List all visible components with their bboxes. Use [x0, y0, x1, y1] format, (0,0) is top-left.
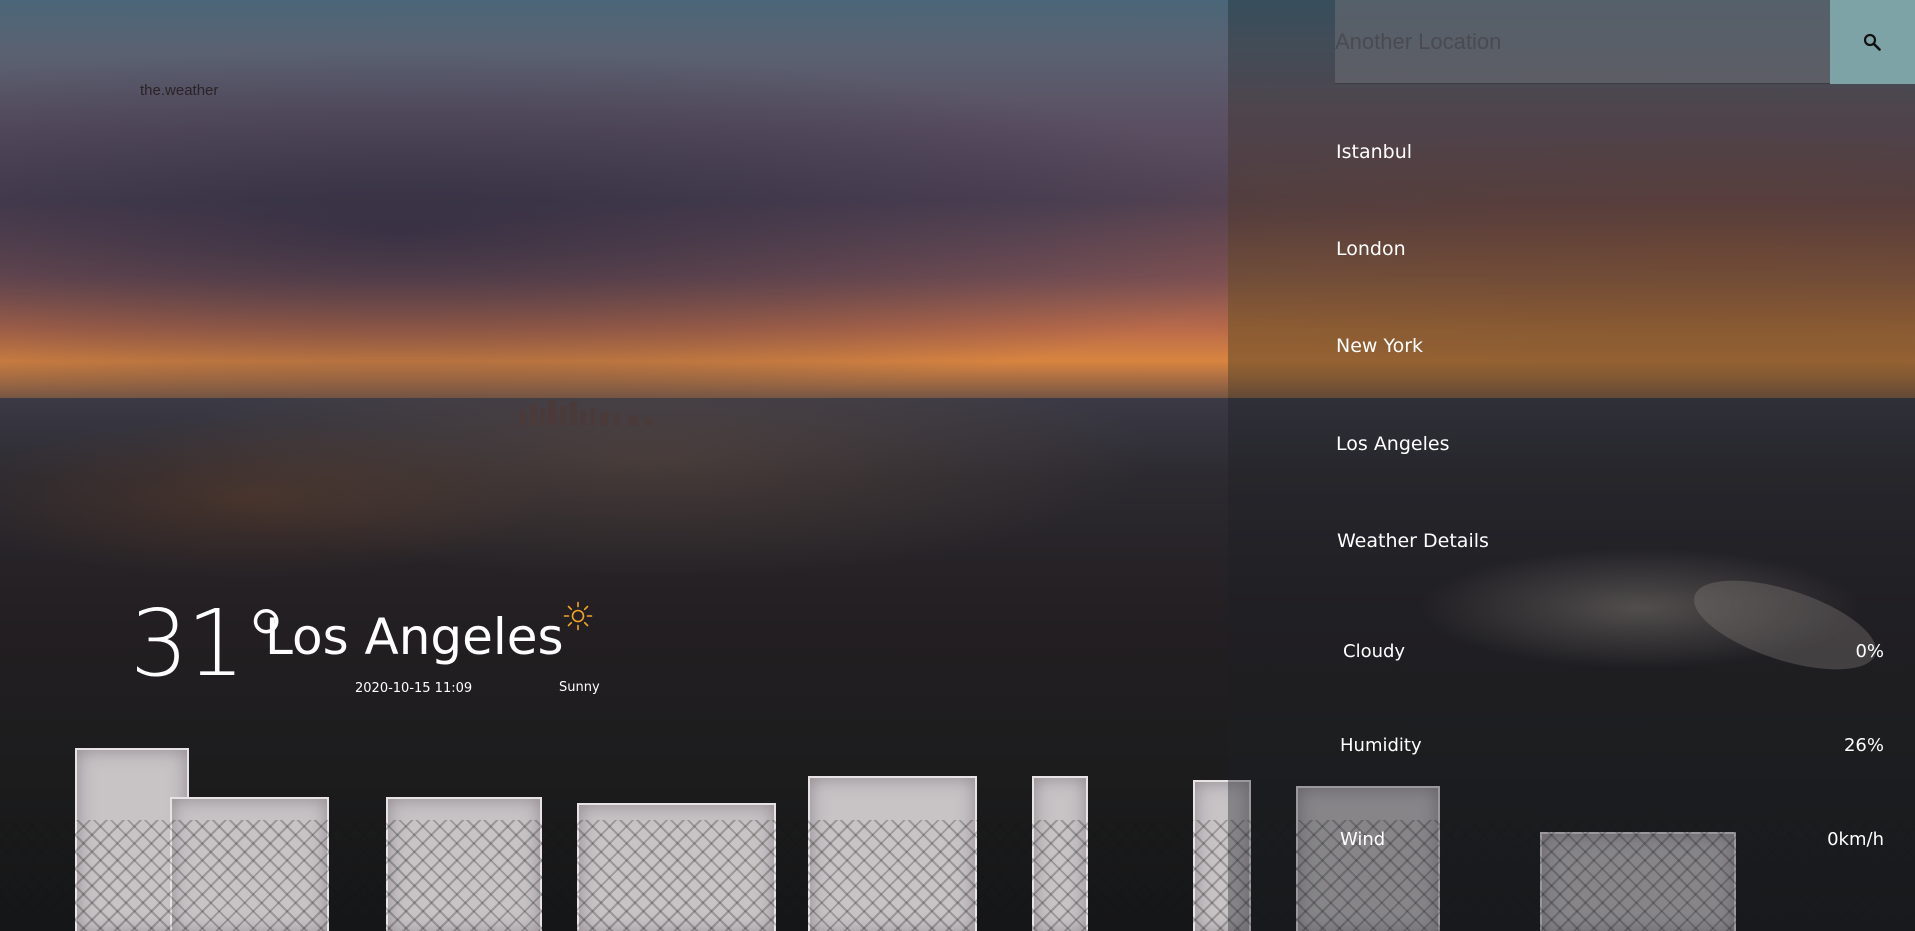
current-condition: Sunny	[559, 680, 600, 695]
detail-row-wind: Wind 0km/h	[1340, 829, 1884, 857]
search-button[interactable]	[1830, 0, 1915, 84]
detail-value: 0%	[1855, 641, 1884, 662]
location-search-input[interactable]	[1335, 0, 1830, 84]
brand-logo[interactable]: the.weather	[140, 82, 218, 99]
detail-row-cloudy: Cloudy 0%	[1343, 641, 1884, 669]
location-item-los-angeles[interactable]: Los Angeles	[1336, 433, 1449, 455]
weather-app: the.weather Istanbul London New York Los…	[0, 0, 1915, 931]
detail-label: Cloudy	[1343, 641, 1406, 662]
detail-label: Humidity	[1340, 735, 1422, 756]
current-city-name: Los Angeles	[265, 608, 564, 666]
detail-value: 0km/h	[1827, 829, 1884, 850]
downtown-skyline	[520, 400, 653, 426]
location-item-new-york[interactable]: New York	[1336, 335, 1423, 357]
current-temperature: 31°	[130, 590, 289, 697]
sun-icon	[563, 601, 593, 631]
detail-label: Wind	[1340, 829, 1386, 850]
current-datetime: 2020-10-15 11:09	[355, 681, 473, 696]
detail-row-humidity: Humidity 26%	[1340, 735, 1884, 763]
side-panel	[1228, 0, 1915, 931]
location-item-london[interactable]: London	[1336, 238, 1406, 260]
search-icon	[1863, 33, 1881, 51]
detail-value: 26%	[1843, 735, 1884, 756]
location-item-istanbul[interactable]: Istanbul	[1336, 141, 1412, 163]
weather-details-heading: Weather Details	[1337, 530, 1489, 552]
